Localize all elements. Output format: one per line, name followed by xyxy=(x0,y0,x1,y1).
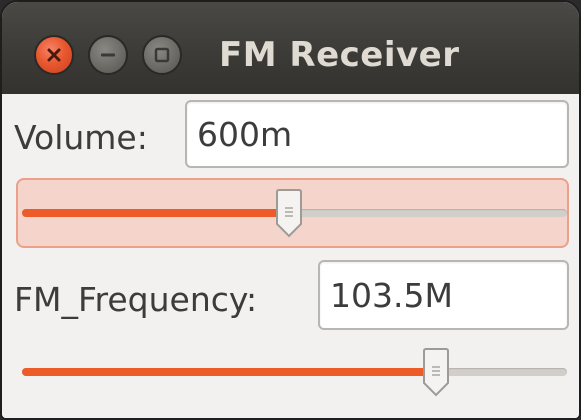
frequency-slider-fill xyxy=(22,368,437,376)
volume-slider-handle[interactable] xyxy=(273,188,305,238)
volume-input[interactable]: 600m xyxy=(185,100,569,168)
volume-label: Volume: xyxy=(14,118,148,157)
frequency-input[interactable]: 103.5M xyxy=(318,260,569,330)
app-window: FM Receiver Volume: 600m FM_Frequency: 1… xyxy=(0,0,581,420)
window-title: FM Receiver xyxy=(219,35,460,75)
grip-icon xyxy=(423,348,450,397)
minimize-icon xyxy=(101,53,115,57)
title-bar[interactable]: FM Receiver xyxy=(2,2,579,94)
frequency-slider-handle[interactable] xyxy=(420,347,452,397)
close-button[interactable] xyxy=(34,35,74,75)
content-area: Volume: 600m FM_Frequency: 103.5M xyxy=(2,94,579,418)
maximize-button[interactable] xyxy=(142,35,182,75)
maximize-icon xyxy=(154,47,170,63)
grip-icon xyxy=(276,189,303,238)
close-icon xyxy=(47,48,61,62)
volume-slider-fill xyxy=(22,209,290,217)
minimize-button[interactable] xyxy=(88,35,128,75)
frequency-slider[interactable] xyxy=(22,368,567,376)
frequency-label: FM_Frequency: xyxy=(14,280,258,319)
